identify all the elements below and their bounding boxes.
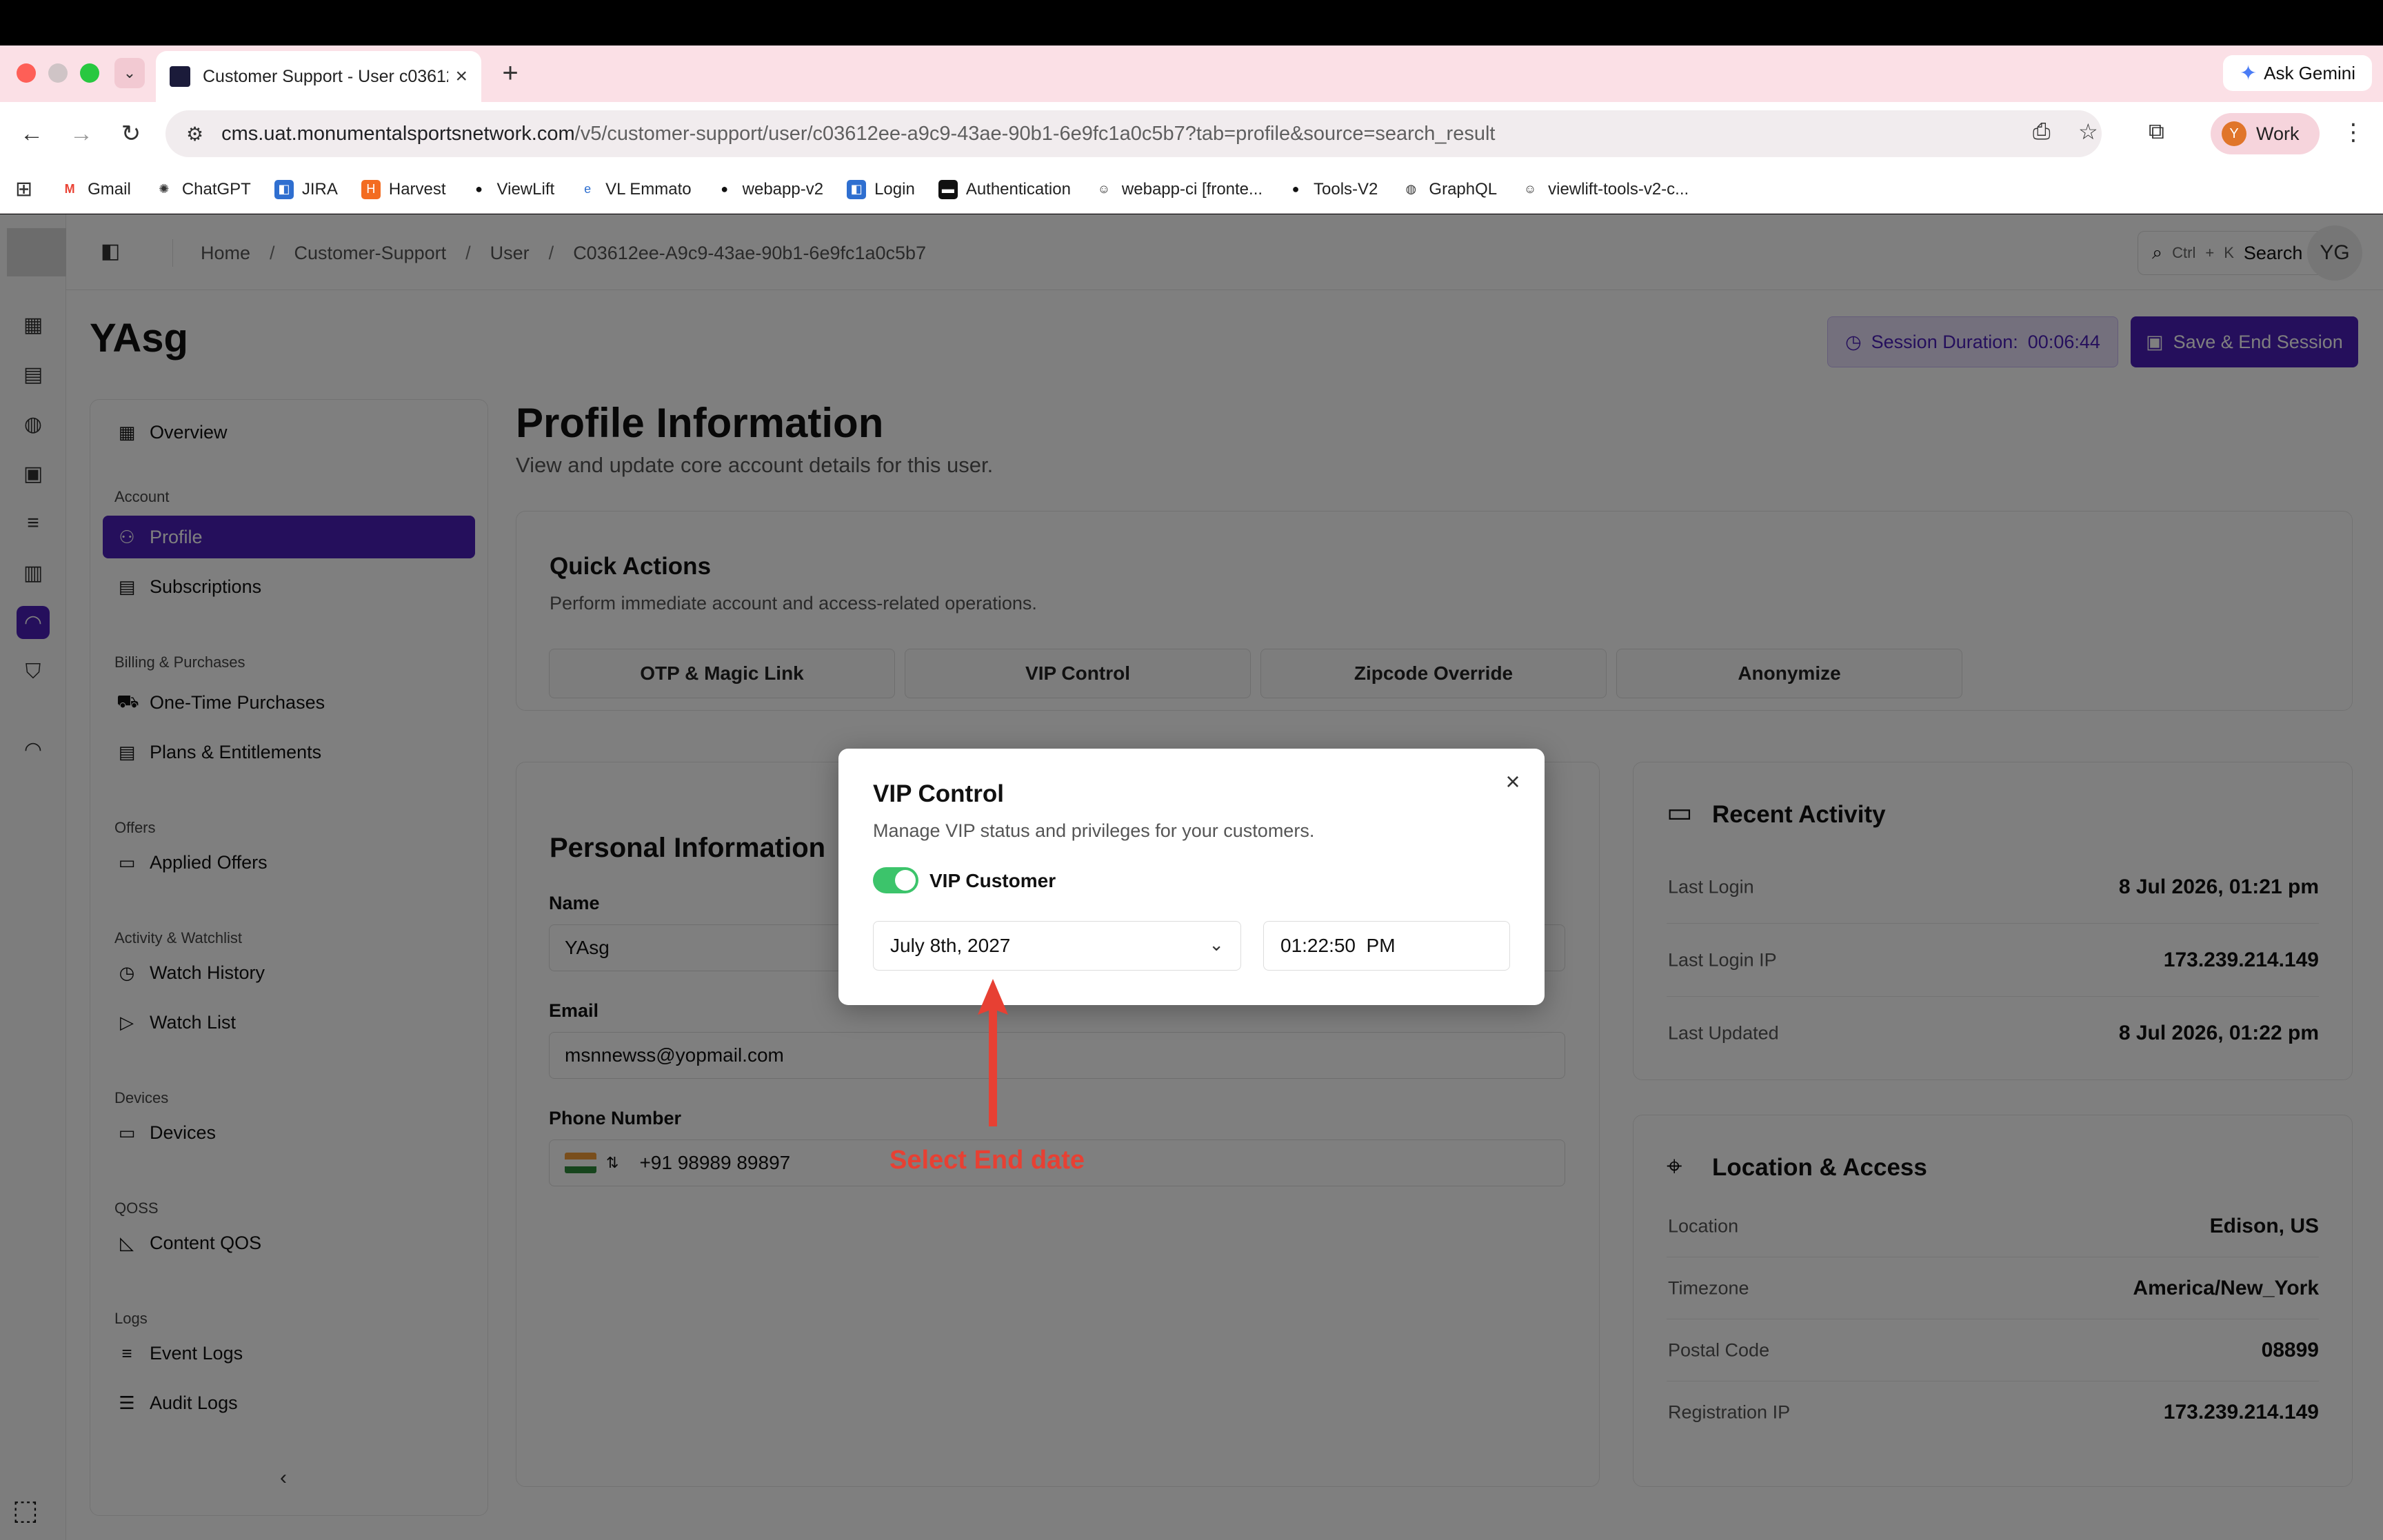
more-menu-icon[interactable]: ⋮	[2342, 119, 2365, 146]
vip-control-dialog: VIP Control Manage VIP status and privil…	[838, 749, 1545, 1005]
gmail-icon: M	[60, 179, 80, 199]
apps-grid-icon[interactable]: ⊞	[15, 177, 32, 201]
bookmark-graphql[interactable]: ◍ GraphQL	[1401, 179, 1497, 199]
emmato-icon: e	[578, 179, 598, 199]
bookmarks-bar: ⊞ M Gmail ✺ ChatGPT ◧ JIRA H Harvest ● ViewLi…	[0, 165, 2383, 214]
extensions-icon[interactable]: ⧉	[2149, 119, 2164, 145]
vip-customer-toggle[interactable]	[873, 867, 918, 893]
tab-favicon-icon	[170, 66, 190, 87]
forward-arrow-icon[interactable]: →	[65, 117, 98, 150]
url-text: cms.uat.monumentalsportsnetwork.com/v5/c…	[221, 122, 1496, 145]
authentication-icon: ▬	[938, 179, 958, 199]
tab-close-icon[interactable]: ×	[455, 65, 467, 88]
bookmark-authentication[interactable]: ▬ Authentication	[938, 179, 1071, 199]
bookmark-jira[interactable]: ◧ JIRA	[274, 179, 338, 199]
annotation-arrow	[978, 979, 1008, 1126]
minimize-window-button[interactable]	[48, 63, 68, 83]
end-date-picker[interactable]: July 8th, 2027 ⌄	[873, 921, 1241, 971]
bookmark-webapp-v2[interactable]: ● webapp-v2	[714, 179, 823, 199]
harvest-icon: H	[361, 179, 381, 199]
install-app-icon[interactable]: ⎙	[2033, 119, 2051, 145]
chevron-down-icon: ⌄	[1209, 934, 1224, 955]
gemini-sparkle-icon: ✦	[2239, 61, 2258, 85]
bookmark-star-icon[interactable]: ☆	[2078, 119, 2098, 145]
bookmark-viewlift[interactable]: ● ViewLift	[469, 179, 554, 199]
address-bar[interactable]: ⚙ cms.uat.monumentalsportsnetwork.com/v5…	[165, 110, 2102, 157]
bookmark-chatgpt[interactable]: ✺ ChatGPT	[154, 179, 251, 199]
jira-icon: ◧	[274, 179, 294, 199]
bookmark-tools-v2[interactable]: ● Tools-V2	[1286, 179, 1378, 199]
end-time-value: 01:22:50 PM	[1280, 935, 1396, 956]
profile-label: Work	[2256, 123, 2300, 144]
jenkins-icon: ☺	[1520, 179, 1540, 199]
vip-customer-label: VIP Customer	[929, 870, 1056, 891]
site-settings-icon[interactable]: ⚙	[186, 123, 203, 145]
bookmark-vl-emmato[interactable]: e VL Emmato	[578, 179, 692, 199]
dialog-description: Manage VIP status and privileges for you…	[873, 820, 1315, 841]
maximize-window-button[interactable]	[80, 63, 99, 83]
window-top-bar	[0, 0, 2383, 45]
tab-search-button[interactable]: ⌄	[114, 58, 145, 88]
reload-icon[interactable]: ↻	[114, 117, 148, 150]
login-icon: ◧	[847, 179, 867, 199]
bookmark-webapp-ci[interactable]: ☺ webapp-ci [fronte...	[1094, 179, 1263, 199]
profile-button[interactable]: Y Work	[2211, 113, 2320, 154]
annotation-label: Select End date	[889, 1146, 1085, 1175]
bookmark-login[interactable]: ◧ Login	[847, 179, 915, 199]
profile-avatar: Y	[2222, 121, 2246, 146]
bookmark-harvest[interactable]: H Harvest	[361, 179, 446, 199]
chevron-down-icon: ⌄	[123, 64, 137, 81]
close-window-button[interactable]	[17, 63, 36, 83]
github-icon: ●	[1286, 179, 1306, 199]
ask-gemini-label: Ask Gemini	[2264, 62, 2356, 83]
dialog-title: VIP Control	[873, 780, 1004, 807]
new-tab-button[interactable]: +	[495, 58, 525, 88]
bookmark-gmail[interactable]: M Gmail	[60, 179, 131, 199]
chatgpt-icon: ✺	[154, 179, 174, 199]
browser-tab-active[interactable]: Customer Support - User c03612ee ×	[156, 51, 481, 102]
github-icon: ●	[469, 179, 489, 199]
jenkins-icon: ☺	[1094, 179, 1114, 199]
close-icon[interactable]: ×	[1498, 767, 1528, 797]
github-icon: ●	[714, 179, 734, 199]
bookmark-viewlift-tools[interactable]: ☺ viewlift-tools-v2-c...	[1520, 179, 1689, 199]
globe-icon: ◍	[1401, 179, 1421, 199]
back-arrow-icon[interactable]: ←	[15, 117, 48, 150]
toggle-knob	[895, 870, 916, 891]
end-time-input[interactable]: 01:22:50 PM	[1263, 921, 1510, 971]
ask-gemini-button[interactable]: ✦ Ask Gemini	[2223, 55, 2372, 91]
end-date-value: July 8th, 2027	[890, 935, 1011, 956]
tab-title: Customer Support - User c03612ee	[203, 66, 449, 86]
